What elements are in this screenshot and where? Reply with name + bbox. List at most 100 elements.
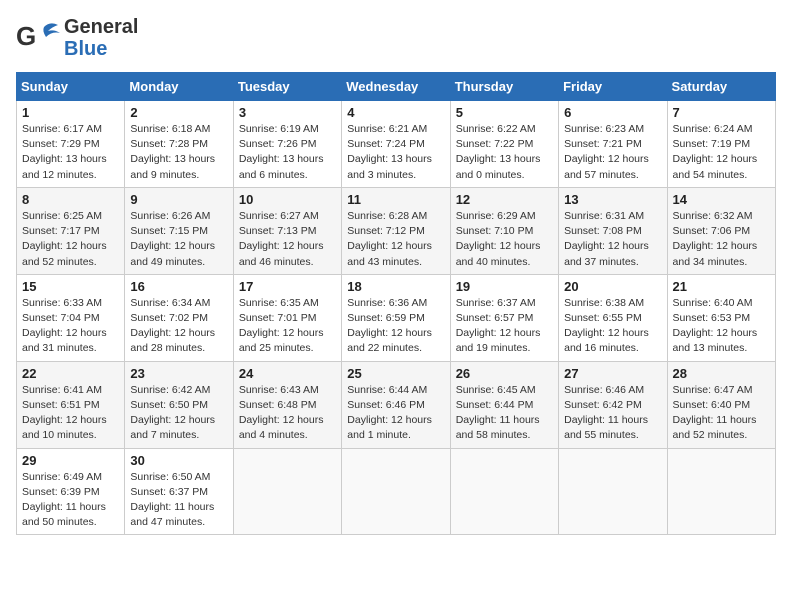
day-number: 6 [564, 105, 661, 120]
day-info: Sunrise: 6:19 AMSunset: 7:26 PMDaylight:… [239, 122, 336, 183]
calendar-cell: 25 Sunrise: 6:44 AMSunset: 6:46 PMDayligh… [342, 361, 450, 448]
day-info: Sunrise: 6:50 AMSunset: 6:37 PMDaylight:… [130, 470, 227, 531]
day-info: Sunrise: 6:24 AMSunset: 7:19 PMDaylight:… [673, 122, 770, 183]
calendar-cell: 22 Sunrise: 6:41 AMSunset: 6:51 PMDayligh… [17, 361, 125, 448]
calendar-cell: 15 Sunrise: 6:33 AMSunset: 7:04 PMDayligh… [17, 274, 125, 361]
day-number: 15 [22, 279, 119, 294]
day-info: Sunrise: 6:45 AMSunset: 6:44 PMDaylight:… [456, 383, 553, 444]
weekday-header-friday: Friday [559, 73, 667, 101]
weekday-header-saturday: Saturday [667, 73, 775, 101]
day-info: Sunrise: 6:33 AMSunset: 7:04 PMDaylight:… [22, 296, 119, 357]
day-info: Sunrise: 6:42 AMSunset: 6:50 PMDaylight:… [130, 383, 227, 444]
day-number: 14 [673, 192, 770, 207]
calendar-cell: 8 Sunrise: 6:25 AMSunset: 7:17 PMDaylight… [17, 187, 125, 274]
day-number: 17 [239, 279, 336, 294]
day-info: Sunrise: 6:25 AMSunset: 7:17 PMDaylight:… [22, 209, 119, 270]
weekday-header-sunday: Sunday [17, 73, 125, 101]
calendar-cell: 28Sunrise: 6:47 AMSunset: 6:40 PMDayligh… [667, 361, 775, 448]
calendar-cell: 23 Sunrise: 6:42 AMSunset: 6:50 PMDayligh… [125, 361, 233, 448]
calendar-cell: 27 Sunrise: 6:46 AMSunset: 6:42 PMDayligh… [559, 361, 667, 448]
day-info: Sunrise: 6:35 AMSunset: 7:01 PMDaylight:… [239, 296, 336, 357]
calendar-cell: 4 Sunrise: 6:21 AMSunset: 7:24 PMDaylight… [342, 101, 450, 188]
calendar-cell [450, 448, 558, 535]
day-number: 13 [564, 192, 661, 207]
day-info: Sunrise: 6:18 AMSunset: 7:28 PMDaylight:… [130, 122, 227, 183]
day-number: 11 [347, 192, 444, 207]
calendar-table: SundayMondayTuesdayWednesdayThursdayFrid… [16, 72, 776, 535]
day-number: 9 [130, 192, 227, 207]
calendar-cell [559, 448, 667, 535]
weekday-header-thursday: Thursday [450, 73, 558, 101]
day-number: 16 [130, 279, 227, 294]
day-number: 10 [239, 192, 336, 207]
calendar-cell: 6 Sunrise: 6:23 AMSunset: 7:21 PMDaylight… [559, 101, 667, 188]
logo: G General Blue [16, 16, 138, 60]
day-number: 28 [673, 366, 770, 381]
day-info: Sunrise: 6:40 AMSunset: 6:53 PMDaylight:… [673, 296, 770, 357]
day-number: 27 [564, 366, 661, 381]
weekday-header-wednesday: Wednesday [342, 73, 450, 101]
calendar-cell: 12Sunrise: 6:29 AMSunset: 7:10 PMDayligh… [450, 187, 558, 274]
weekday-header-tuesday: Tuesday [233, 73, 341, 101]
day-number: 23 [130, 366, 227, 381]
calendar-cell: 7 Sunrise: 6:24 AMSunset: 7:19 PMDaylight… [667, 101, 775, 188]
calendar-cell [342, 448, 450, 535]
calendar-cell: 10 Sunrise: 6:27 AMSunset: 7:13 PMDayligh… [233, 187, 341, 274]
day-info: Sunrise: 6:26 AMSunset: 7:15 PMDaylight:… [130, 209, 227, 270]
calendar-cell: 19Sunrise: 6:37 AMSunset: 6:57 PMDayligh… [450, 274, 558, 361]
day-info: Sunrise: 6:38 AMSunset: 6:55 PMDaylight:… [564, 296, 661, 357]
calendar-cell [233, 448, 341, 535]
day-number: 4 [347, 105, 444, 120]
day-number: 26 [456, 366, 553, 381]
day-info: Sunrise: 6:37 AMSunset: 6:57 PMDaylight:… [456, 296, 553, 357]
weekday-header-monday: Monday [125, 73, 233, 101]
day-number: 3 [239, 105, 336, 120]
calendar-cell: 14 Sunrise: 6:32 AMSunset: 7:06 PMDayligh… [667, 187, 775, 274]
day-info: Sunrise: 6:27 AMSunset: 7:13 PMDaylight:… [239, 209, 336, 270]
page-header: G General Blue [16, 16, 776, 60]
calendar-week-5: 29 Sunrise: 6:49 AMSunset: 6:39 PMDayligh… [17, 448, 776, 535]
day-number: 7 [673, 105, 770, 120]
day-number: 29 [22, 453, 119, 468]
weekday-header-row: SundayMondayTuesdayWednesdayThursdayFrid… [17, 73, 776, 101]
day-number: 18 [347, 279, 444, 294]
logo-blue: Blue [64, 38, 138, 60]
calendar-week-1: 1 Sunrise: 6:17 AMSunset: 7:29 PMDaylight… [17, 101, 776, 188]
day-number: 8 [22, 192, 119, 207]
day-number: 24 [239, 366, 336, 381]
day-number: 2 [130, 105, 227, 120]
calendar-week-4: 22 Sunrise: 6:41 AMSunset: 6:51 PMDayligh… [17, 361, 776, 448]
day-number: 12 [456, 192, 553, 207]
calendar-cell: 29 Sunrise: 6:49 AMSunset: 6:39 PMDayligh… [17, 448, 125, 535]
logo-general: General [64, 16, 138, 38]
calendar-cell: 9 Sunrise: 6:26 AMSunset: 7:15 PMDaylight… [125, 187, 233, 274]
day-number: 25 [347, 366, 444, 381]
day-number: 22 [22, 366, 119, 381]
day-number: 21 [673, 279, 770, 294]
day-number: 20 [564, 279, 661, 294]
day-info: Sunrise: 6:41 AMSunset: 6:51 PMDaylight:… [22, 383, 119, 444]
day-number: 30 [130, 453, 227, 468]
calendar-cell: 2 Sunrise: 6:18 AMSunset: 7:28 PMDaylight… [125, 101, 233, 188]
day-info: Sunrise: 6:46 AMSunset: 6:42 PMDaylight:… [564, 383, 661, 444]
day-number: 5 [456, 105, 553, 120]
calendar-cell: 30 Sunrise: 6:50 AMSunset: 6:37 PMDayligh… [125, 448, 233, 535]
logo-icon: G [16, 19, 60, 57]
day-info: Sunrise: 6:44 AMSunset: 6:46 PMDaylight:… [347, 383, 444, 444]
calendar-cell: 17 Sunrise: 6:35 AMSunset: 7:01 PMDayligh… [233, 274, 341, 361]
calendar-week-2: 8 Sunrise: 6:25 AMSunset: 7:17 PMDaylight… [17, 187, 776, 274]
day-info: Sunrise: 6:49 AMSunset: 6:39 PMDaylight:… [22, 470, 119, 531]
calendar-week-3: 15 Sunrise: 6:33 AMSunset: 7:04 PMDayligh… [17, 274, 776, 361]
calendar-cell [667, 448, 775, 535]
day-info: Sunrise: 6:17 AMSunset: 7:29 PMDaylight:… [22, 122, 119, 183]
day-info: Sunrise: 6:23 AMSunset: 7:21 PMDaylight:… [564, 122, 661, 183]
day-info: Sunrise: 6:32 AMSunset: 7:06 PMDaylight:… [673, 209, 770, 270]
day-info: Sunrise: 6:31 AMSunset: 7:08 PMDaylight:… [564, 209, 661, 270]
calendar-cell: 18Sunrise: 6:36 AMSunset: 6:59 PMDayligh… [342, 274, 450, 361]
day-info: Sunrise: 6:22 AMSunset: 7:22 PMDaylight:… [456, 122, 553, 183]
calendar-cell: 1 Sunrise: 6:17 AMSunset: 7:29 PMDaylight… [17, 101, 125, 188]
calendar-cell: 16Sunrise: 6:34 AMSunset: 7:02 PMDayligh… [125, 274, 233, 361]
day-number: 1 [22, 105, 119, 120]
day-info: Sunrise: 6:28 AMSunset: 7:12 PMDaylight:… [347, 209, 444, 270]
day-info: Sunrise: 6:21 AMSunset: 7:24 PMDaylight:… [347, 122, 444, 183]
